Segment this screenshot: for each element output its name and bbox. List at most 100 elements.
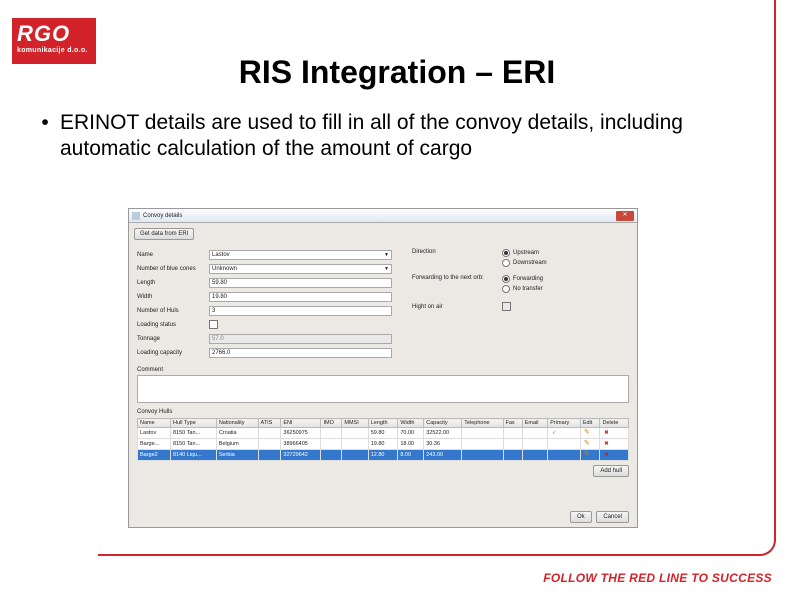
width-input[interactable]: 19.80 [209, 292, 392, 302]
table-cell: ✖ [600, 439, 629, 450]
forwarding-label: Forwarding to the next orb: [412, 275, 502, 281]
table-cell: ✖ [600, 428, 629, 439]
table-cell [503, 428, 522, 439]
forwarding-no-radio[interactable]: No transfer [502, 285, 543, 293]
comment-textarea[interactable] [137, 375, 629, 403]
table-cell: 8150 Tan... [170, 439, 216, 450]
table-cell [342, 439, 368, 450]
edit-icon[interactable]: ✎ [583, 429, 591, 437]
table-cell: 32729642 [281, 450, 321, 461]
table-row[interactable]: Barge...8150 Tan...Belgium3896640519.801… [138, 439, 629, 450]
table-header-cell[interactable]: Nationality [216, 419, 258, 428]
form-left-column: Name Lastov ▼ Number of blue cones Unkno… [137, 249, 392, 361]
table-cell: ✎ [580, 428, 600, 439]
length-input[interactable]: 59.80 [209, 278, 392, 288]
forwarding-yes-radio[interactable]: Forwarding [502, 275, 543, 283]
table-header-cell[interactable]: Length [368, 419, 398, 428]
convoy-details-dialog: Convoy details ✕ Get data from ERI Name … [128, 208, 638, 528]
table-header-cell[interactable]: Email [522, 419, 548, 428]
table-row[interactable]: Lastov8150 Tan...Croatia3625097559.8070.… [138, 428, 629, 439]
table-header-cell[interactable]: Delete [600, 419, 629, 428]
table-cell: 32522.00 [424, 428, 462, 439]
delete-icon[interactable]: ✖ [602, 451, 610, 459]
name-label: Name [137, 252, 209, 258]
table-header-cell[interactable]: MMSI [342, 419, 368, 428]
tagline: FOLLOW THE RED LINE TO SUCCESS [543, 571, 772, 585]
direction-downstream-radio[interactable]: Downstream [502, 259, 547, 267]
logo-text-big: RGO [12, 18, 96, 47]
comment-label: Comment [137, 367, 209, 373]
direction-label: Direction [412, 249, 502, 255]
add-hull-button[interactable]: Add hull [593, 465, 629, 477]
loading-status-label: Loading status [137, 322, 209, 328]
cancel-button[interactable]: Cancel [596, 511, 629, 523]
table-header-cell[interactable]: ENI [281, 419, 321, 428]
table-cell: 38966405 [281, 439, 321, 450]
table-header-cell[interactable]: Fax [503, 419, 522, 428]
dialog-title: Convoy details [143, 213, 182, 219]
table-cell: 70.00 [398, 428, 424, 439]
table-cell [522, 428, 548, 439]
check-icon: ✓ [550, 429, 558, 437]
table-header-cell[interactable]: IMO [321, 419, 342, 428]
table-row[interactable]: Barge28140 Liqu...Serbia3272964212.808.0… [138, 450, 629, 461]
capacity-label: Loading capacity [137, 350, 209, 356]
tonnage-label: Tonnage [137, 336, 209, 342]
edit-icon[interactable]: ✎ [583, 440, 591, 448]
name-select[interactable]: Lastov ▼ [209, 250, 392, 260]
table-cell [342, 428, 368, 439]
table-cell: 36250975 [281, 428, 321, 439]
direction-upstream-radio[interactable]: Upstream [502, 249, 547, 257]
bluecones-label: Number of blue cones [137, 266, 209, 272]
close-icon[interactable]: ✕ [616, 211, 634, 221]
delete-icon[interactable]: ✖ [602, 440, 610, 448]
table-header-cell[interactable]: Name [138, 419, 171, 428]
slide-title: RIS Integration – ERI [0, 54, 794, 91]
table-header-cell[interactable]: ATIS [258, 419, 281, 428]
table-header-cell[interactable]: Edit [580, 419, 600, 428]
table-header-cell[interactable]: Telephone [462, 419, 503, 428]
table-cell [522, 439, 548, 450]
table-cell [321, 439, 342, 450]
table-header-cell[interactable]: Width [398, 419, 424, 428]
table-cell [503, 439, 522, 450]
table-header-cell[interactable]: Hull Type [170, 419, 216, 428]
table-cell [522, 450, 548, 461]
table-cell [321, 428, 342, 439]
hulls-count-label: Number of Huls [137, 308, 209, 314]
chevron-down-icon: ▼ [384, 252, 389, 258]
table-cell [548, 450, 581, 461]
length-label: Length [137, 280, 209, 286]
delete-icon[interactable]: ✖ [602, 429, 610, 437]
table-cell: Serbia [216, 450, 258, 461]
name-value: Lastov [212, 252, 230, 258]
table-header-cell[interactable]: Capacity [424, 419, 462, 428]
ok-button[interactable]: Ok [570, 511, 592, 523]
table-cell: 59.80 [368, 428, 398, 439]
maxair-label: Hight on air [412, 304, 502, 310]
hulls-count-input[interactable]: 3 [209, 306, 392, 316]
table-cell [258, 428, 281, 439]
table-cell [342, 450, 368, 461]
get-data-from-eri-button[interactable]: Get data from ERI [134, 228, 194, 240]
edit-icon[interactable]: ✎ [583, 451, 591, 459]
table-cell: ✖ [600, 450, 629, 461]
table-cell: 8140 Liqu... [170, 450, 216, 461]
table-cell: 8.00 [398, 450, 424, 461]
table-cell: 8150 Tan... [170, 428, 216, 439]
window-icon [132, 212, 140, 220]
loading-status-checkbox[interactable] [209, 320, 218, 329]
dialog-titlebar[interactable]: Convoy details ✕ [129, 209, 637, 223]
table-header-cell[interactable]: Primary [548, 419, 581, 428]
table-cell: 30.36 [424, 439, 462, 450]
table-cell [258, 450, 281, 461]
table-header-row: NameHull TypeNationalityATISENIIMOMMSILe… [138, 419, 629, 428]
table-cell: Barge... [138, 439, 171, 450]
bullet-text: ERINOT details are used to fill in all o… [60, 110, 750, 163]
hulls-table[interactable]: NameHull TypeNationalityATISENIIMOMMSILe… [137, 418, 629, 461]
bluecones-value: Unknown [212, 266, 237, 272]
capacity-input[interactable]: 2766.0 [209, 348, 392, 358]
maxair-checkbox [502, 302, 511, 311]
bluecones-select[interactable]: Unknown ▼ [209, 264, 392, 274]
table-cell: 243.00 [424, 450, 462, 461]
